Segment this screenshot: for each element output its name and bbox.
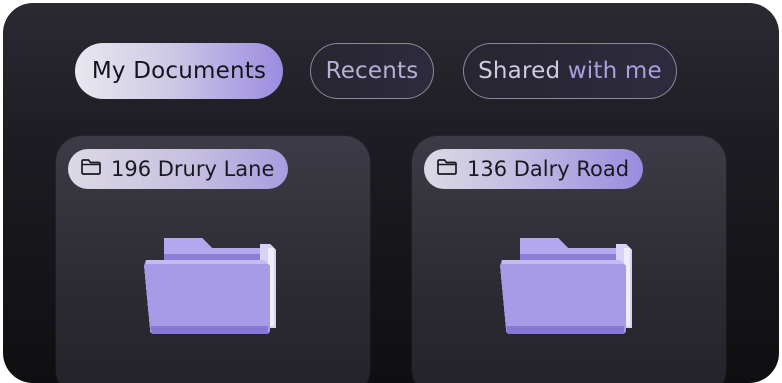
documents-panel: My Documents Recents Shared with me 196 … (3, 3, 779, 383)
folder-title-chip: 196 Drury Lane (68, 149, 289, 189)
tab-recents[interactable]: Recents (310, 43, 434, 99)
tab-shared-label-accent: with me (567, 58, 662, 84)
tab-my-documents-label: My Documents (91, 58, 267, 84)
tab-shared-label-prefix: Shared (478, 58, 568, 84)
tab-recents-label: Recents (325, 58, 419, 84)
folder-title-chip: 136 Dalry Road (424, 149, 644, 189)
tab-shared-with-me[interactable]: Shared with me (463, 43, 677, 99)
folder-icon (496, 230, 636, 342)
tab-my-documents[interactable]: My Documents (75, 43, 283, 99)
folder-title: 196 Drury Lane (111, 157, 275, 181)
folder-title: 136 Dalry Road (467, 157, 630, 181)
folder-card[interactable]: 196 Drury Lane (56, 136, 370, 383)
folder-icon (140, 230, 280, 342)
folder-card[interactable]: 136 Dalry Road (412, 136, 726, 383)
folder-outline-icon (436, 157, 458, 182)
folder-outline-icon (80, 157, 102, 182)
